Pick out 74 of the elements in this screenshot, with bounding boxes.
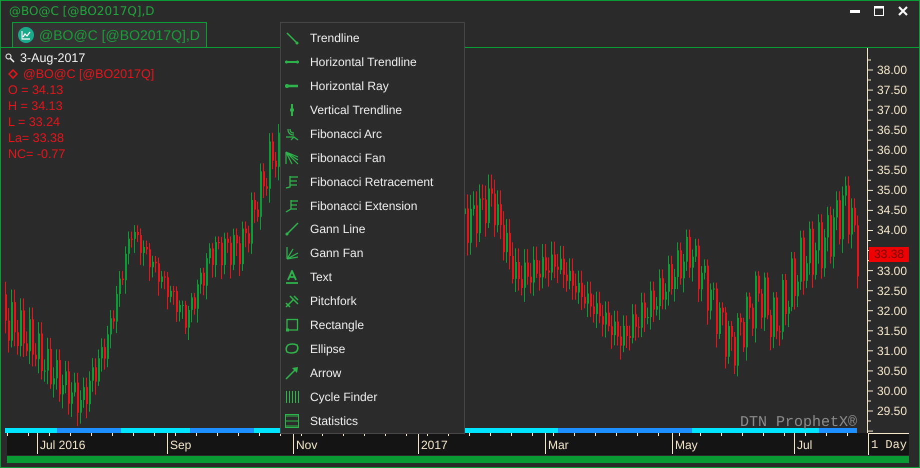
axis-label: 36.50 bbox=[877, 123, 908, 138]
levels-icon bbox=[285, 174, 299, 189]
price-value: H = 34.13 bbox=[8, 99, 63, 113]
price-value: O = 34.13 bbox=[8, 83, 64, 97]
text-tool-icon bbox=[285, 270, 299, 284]
menu-item[interactable]: Cycle Finder bbox=[281, 385, 464, 409]
menu-item[interactable]: Vertical Trendline bbox=[281, 98, 464, 122]
menu-item[interactable]: Fibonacci Fan bbox=[281, 146, 464, 170]
axis-label: 32.50 bbox=[877, 284, 908, 298]
levels-icon bbox=[285, 198, 299, 213]
price-value: La= 33.38 bbox=[8, 131, 64, 145]
menu-item[interactable]: Pitchfork bbox=[281, 289, 464, 314]
axis-label: Jul bbox=[797, 438, 812, 452]
axis-label: 33.00 bbox=[877, 264, 908, 278]
menu-item[interactable]: Fibonacci Extension bbox=[281, 194, 464, 218]
branding-text: DTN ProphetX® bbox=[740, 414, 857, 431]
axis-label: Sep bbox=[170, 438, 192, 452]
magnifier-icon bbox=[5, 53, 15, 63]
vertical-bars-icon bbox=[285, 390, 299, 404]
fan-icon bbox=[285, 246, 299, 260]
axis-label: 29.50 bbox=[877, 404, 908, 418]
menu-item[interactable]: Trendline bbox=[281, 26, 464, 50]
menu-item[interactable]: Horizontal Trendline bbox=[281, 50, 464, 74]
axis-label: Mar bbox=[548, 438, 569, 452]
diamond-icon bbox=[8, 69, 18, 79]
axis-label: May bbox=[675, 438, 698, 452]
window-title: @BO@C [@BO2017Q],D bbox=[9, 4, 156, 18]
maximize-button[interactable] bbox=[871, 4, 887, 18]
price-value: NC= -0.77 bbox=[8, 147, 66, 161]
axis-label: Jul 2016 bbox=[40, 438, 86, 452]
arcs-icon bbox=[285, 126, 299, 141]
axis-label: 38.00 bbox=[877, 63, 908, 77]
arrow-icon bbox=[285, 366, 299, 380]
pitchfork-icon bbox=[285, 294, 299, 308]
axis-label: Nov bbox=[296, 438, 318, 452]
menu-item[interactable]: Fibonacci Retracement bbox=[281, 170, 464, 194]
maximize-icon bbox=[874, 6, 884, 16]
price-value: L = 33.24 bbox=[8, 115, 60, 129]
axis-label: 34.50 bbox=[877, 203, 908, 218]
axis-label: 31.50 bbox=[877, 324, 908, 338]
axis-label: 30.50 bbox=[877, 364, 908, 378]
last-price-tag: 33.38 bbox=[869, 247, 909, 262]
date-label: 3-Aug-2017 bbox=[20, 51, 86, 65]
trendline-icon bbox=[285, 30, 299, 45]
fan-icon bbox=[285, 150, 299, 165]
axis-label: 35.50 bbox=[877, 163, 908, 178]
symbol-label: @BO@C [@BO2017Q] bbox=[23, 67, 154, 81]
menu-item[interactable]: Rectangle bbox=[281, 313, 464, 338]
axis-label: 36.00 bbox=[877, 143, 908, 158]
menu-item[interactable]: Ellipse bbox=[281, 337, 464, 362]
menu-item[interactable]: Gann Line bbox=[281, 218, 464, 242]
menu-item[interactable]: Statistics bbox=[281, 409, 464, 433]
close-icon bbox=[898, 6, 908, 16]
menu-item[interactable]: Gann Fan bbox=[281, 241, 464, 266]
rectangle-icon bbox=[285, 318, 299, 332]
menu-item[interactable]: Text bbox=[281, 265, 464, 290]
interval-label: 1 Day bbox=[868, 433, 909, 455]
diagonal-line-icon bbox=[285, 222, 299, 236]
chart-icon bbox=[18, 27, 34, 43]
menu-item[interactable]: Horizontal Ray bbox=[281, 74, 464, 98]
axis-label: 37.00 bbox=[877, 103, 908, 118]
axis-label: 31.00 bbox=[877, 344, 908, 358]
axis-label: 37.50 bbox=[877, 83, 908, 98]
axis-label: 2017 bbox=[421, 438, 448, 452]
minimize-icon bbox=[850, 10, 860, 12]
axis-label: 30.00 bbox=[877, 384, 908, 398]
scrollbar[interactable] bbox=[7, 456, 909, 463]
loop-icon bbox=[285, 342, 299, 356]
menu-item[interactable]: Arrow bbox=[281, 361, 464, 386]
axis-label: 32.00 bbox=[877, 304, 908, 318]
statistics-icon bbox=[285, 414, 299, 428]
axis-label: 34.00 bbox=[877, 223, 908, 238]
axis-label: 35.00 bbox=[877, 183, 908, 198]
menu-item[interactable]: Fibonacci Arc bbox=[281, 122, 464, 146]
